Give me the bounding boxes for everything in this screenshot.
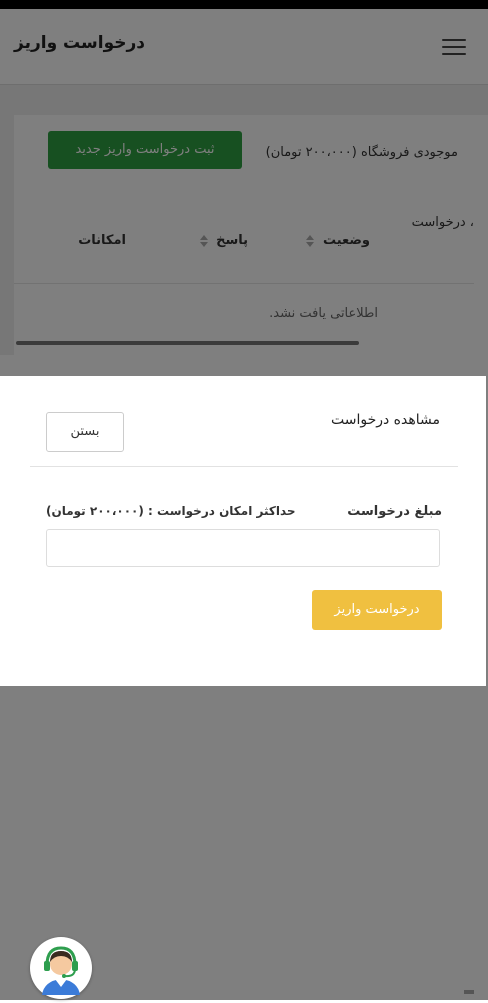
max-amount-label: حداکثر امکان درخواست : (۲۰۰،۰۰۰ تومان) — [46, 504, 296, 518]
headset-support-icon — [31, 938, 91, 998]
close-button[interactable]: بستن — [46, 412, 124, 452]
modal-divider — [30, 466, 458, 467]
request-modal: مشاهده درخواست بستن مبلغ درخواست حداکثر … — [0, 376, 486, 686]
modal-title: مشاهده درخواست — [330, 412, 440, 428]
submit-request-button[interactable]: درخواست واریز — [312, 590, 442, 630]
support-button[interactable] — [30, 937, 92, 999]
status-bar — [0, 0, 488, 9]
amount-label: مبلغ درخواست — [347, 504, 442, 519]
corner-mark — [464, 990, 474, 994]
amount-input[interactable] — [46, 529, 440, 567]
